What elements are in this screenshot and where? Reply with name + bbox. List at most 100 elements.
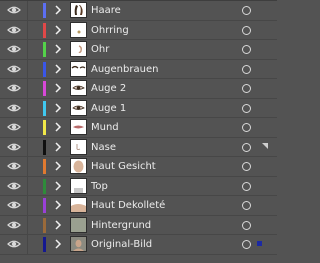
layer-name[interactable]: Ohrring <box>91 23 129 38</box>
column-divider <box>27 40 28 59</box>
nose-icon <box>70 138 87 155</box>
layer-row[interactable]: Ohrring <box>0 20 277 40</box>
target-circle-icon[interactable] <box>242 181 251 191</box>
visibility-eye-icon[interactable] <box>7 160 21 172</box>
layer-color-bar <box>43 42 46 57</box>
target-circle-icon[interactable] <box>242 103 251 113</box>
layer-color-bar <box>43 217 46 233</box>
column-divider <box>27 79 28 98</box>
visibility-eye-icon[interactable] <box>7 43 21 55</box>
layer-row[interactable]: Nase <box>0 137 277 157</box>
layer-row[interactable]: Augenbrauen <box>0 59 277 79</box>
target-circle-icon[interactable] <box>242 123 251 132</box>
face-skin-icon <box>70 158 87 174</box>
layer-row[interactable]: Original-Bild <box>0 235 277 255</box>
layer-name[interactable]: Auge 2 <box>91 81 126 96</box>
expand-chevron-icon[interactable] <box>54 43 62 55</box>
layer-row[interactable]: Ohr <box>0 40 277 60</box>
layer-name[interactable]: Hintergrund <box>91 218 151 233</box>
target-circle-icon[interactable] <box>242 162 251 171</box>
layer-row[interactable]: Mund <box>0 118 277 138</box>
column-divider <box>27 215 28 234</box>
layer-name[interactable]: Augenbrauen <box>91 62 158 77</box>
background-icon <box>70 216 87 233</box>
layer-name[interactable]: Top <box>91 179 108 194</box>
layer-name[interactable]: Nase <box>91 140 116 155</box>
layer-color-bar <box>43 178 46 194</box>
column-divider <box>27 137 28 156</box>
layer-row[interactable]: Hintergrund <box>0 215 277 235</box>
layer-name[interactable]: Mund <box>91 120 119 135</box>
layer-name[interactable]: Haare <box>91 3 121 18</box>
eye-icon <box>70 99 87 116</box>
layer-name[interactable]: Auge 1 <box>91 101 126 116</box>
layer-row[interactable]: Haut Dekolleté <box>0 196 277 216</box>
panel-resize-corner[interactable] <box>262 143 268 149</box>
layer-color-bar <box>43 22 46 38</box>
target-circle-icon[interactable] <box>242 6 251 15</box>
visibility-eye-icon[interactable] <box>7 219 21 231</box>
target-circle-icon[interactable] <box>242 84 251 93</box>
expand-chevron-icon[interactable] <box>54 4 62 16</box>
selection-indicator[interactable] <box>257 241 262 246</box>
layer-row[interactable]: Haare <box>0 1 277 21</box>
visibility-eye-icon[interactable] <box>7 63 21 75</box>
target-circle-icon[interactable] <box>242 240 251 249</box>
column-divider <box>27 1 28 20</box>
layer-name[interactable]: Ohr <box>91 42 109 57</box>
visibility-eye-icon[interactable] <box>7 102 21 114</box>
target-circle-icon[interactable] <box>242 64 251 74</box>
column-divider <box>27 98 28 117</box>
expand-chevron-icon[interactable] <box>54 24 62 36</box>
target-circle-icon[interactable] <box>242 25 251 35</box>
layer-color-bar <box>43 237 46 252</box>
top-icon <box>70 177 87 194</box>
expand-chevron-icon[interactable] <box>54 102 62 114</box>
column-divider <box>27 118 28 137</box>
layer-list: Haare Ohrring Ohr Augenbrauen Auge 2 Auge 1 Mu… <box>0 1 277 255</box>
layer-color-bar <box>43 81 46 96</box>
layer-name[interactable]: Original-Bild <box>91 237 152 252</box>
target-circle-icon[interactable] <box>242 220 251 230</box>
visibility-eye-icon[interactable] <box>7 82 21 94</box>
expand-chevron-icon[interactable] <box>54 121 62 133</box>
layer-row[interactable]: Auge 2 <box>0 79 277 99</box>
column-divider <box>27 176 28 195</box>
expand-chevron-icon[interactable] <box>54 238 62 250</box>
layer-color-bar <box>43 159 46 174</box>
layer-row[interactable]: Auge 1 <box>0 98 277 118</box>
expand-chevron-icon[interactable] <box>54 180 62 192</box>
visibility-eye-icon[interactable] <box>7 4 21 16</box>
decollete-skin-icon <box>70 197 87 213</box>
layer-row[interactable]: Haut Gesicht <box>0 157 277 177</box>
visibility-eye-icon[interactable] <box>7 199 21 211</box>
target-circle-icon[interactable] <box>242 142 251 152</box>
earring-icon <box>70 21 87 38</box>
column-divider <box>27 196 28 215</box>
eyebrows-icon <box>70 60 87 77</box>
expand-chevron-icon[interactable] <box>54 63 62 75</box>
column-divider <box>27 20 28 39</box>
layer-color-bar <box>43 61 46 77</box>
expand-chevron-icon[interactable] <box>54 141 62 153</box>
visibility-eye-icon[interactable] <box>7 180 21 192</box>
column-divider <box>27 235 28 254</box>
visibility-eye-icon[interactable] <box>7 238 21 250</box>
layer-color-bar <box>43 120 46 135</box>
column-divider <box>27 157 28 176</box>
target-circle-icon[interactable] <box>242 201 251 210</box>
photo-icon <box>70 236 87 252</box>
expand-chevron-icon[interactable] <box>54 219 62 231</box>
layers-panel: Haare Ohrring Ohr Augenbrauen Auge 2 Auge 1 Mu… <box>0 0 277 263</box>
layer-name[interactable]: Haut Gesicht <box>91 159 156 174</box>
expand-chevron-icon[interactable] <box>54 199 62 211</box>
visibility-eye-icon[interactable] <box>7 24 21 36</box>
target-circle-icon[interactable] <box>242 45 251 54</box>
layer-row[interactable]: Top <box>0 176 277 196</box>
visibility-eye-icon[interactable] <box>7 141 21 153</box>
expand-chevron-icon[interactable] <box>54 82 62 94</box>
visibility-eye-icon[interactable] <box>7 121 21 133</box>
expand-chevron-icon[interactable] <box>54 160 62 172</box>
hair-icon <box>70 2 87 18</box>
layer-name[interactable]: Haut Dekolleté <box>91 198 165 213</box>
